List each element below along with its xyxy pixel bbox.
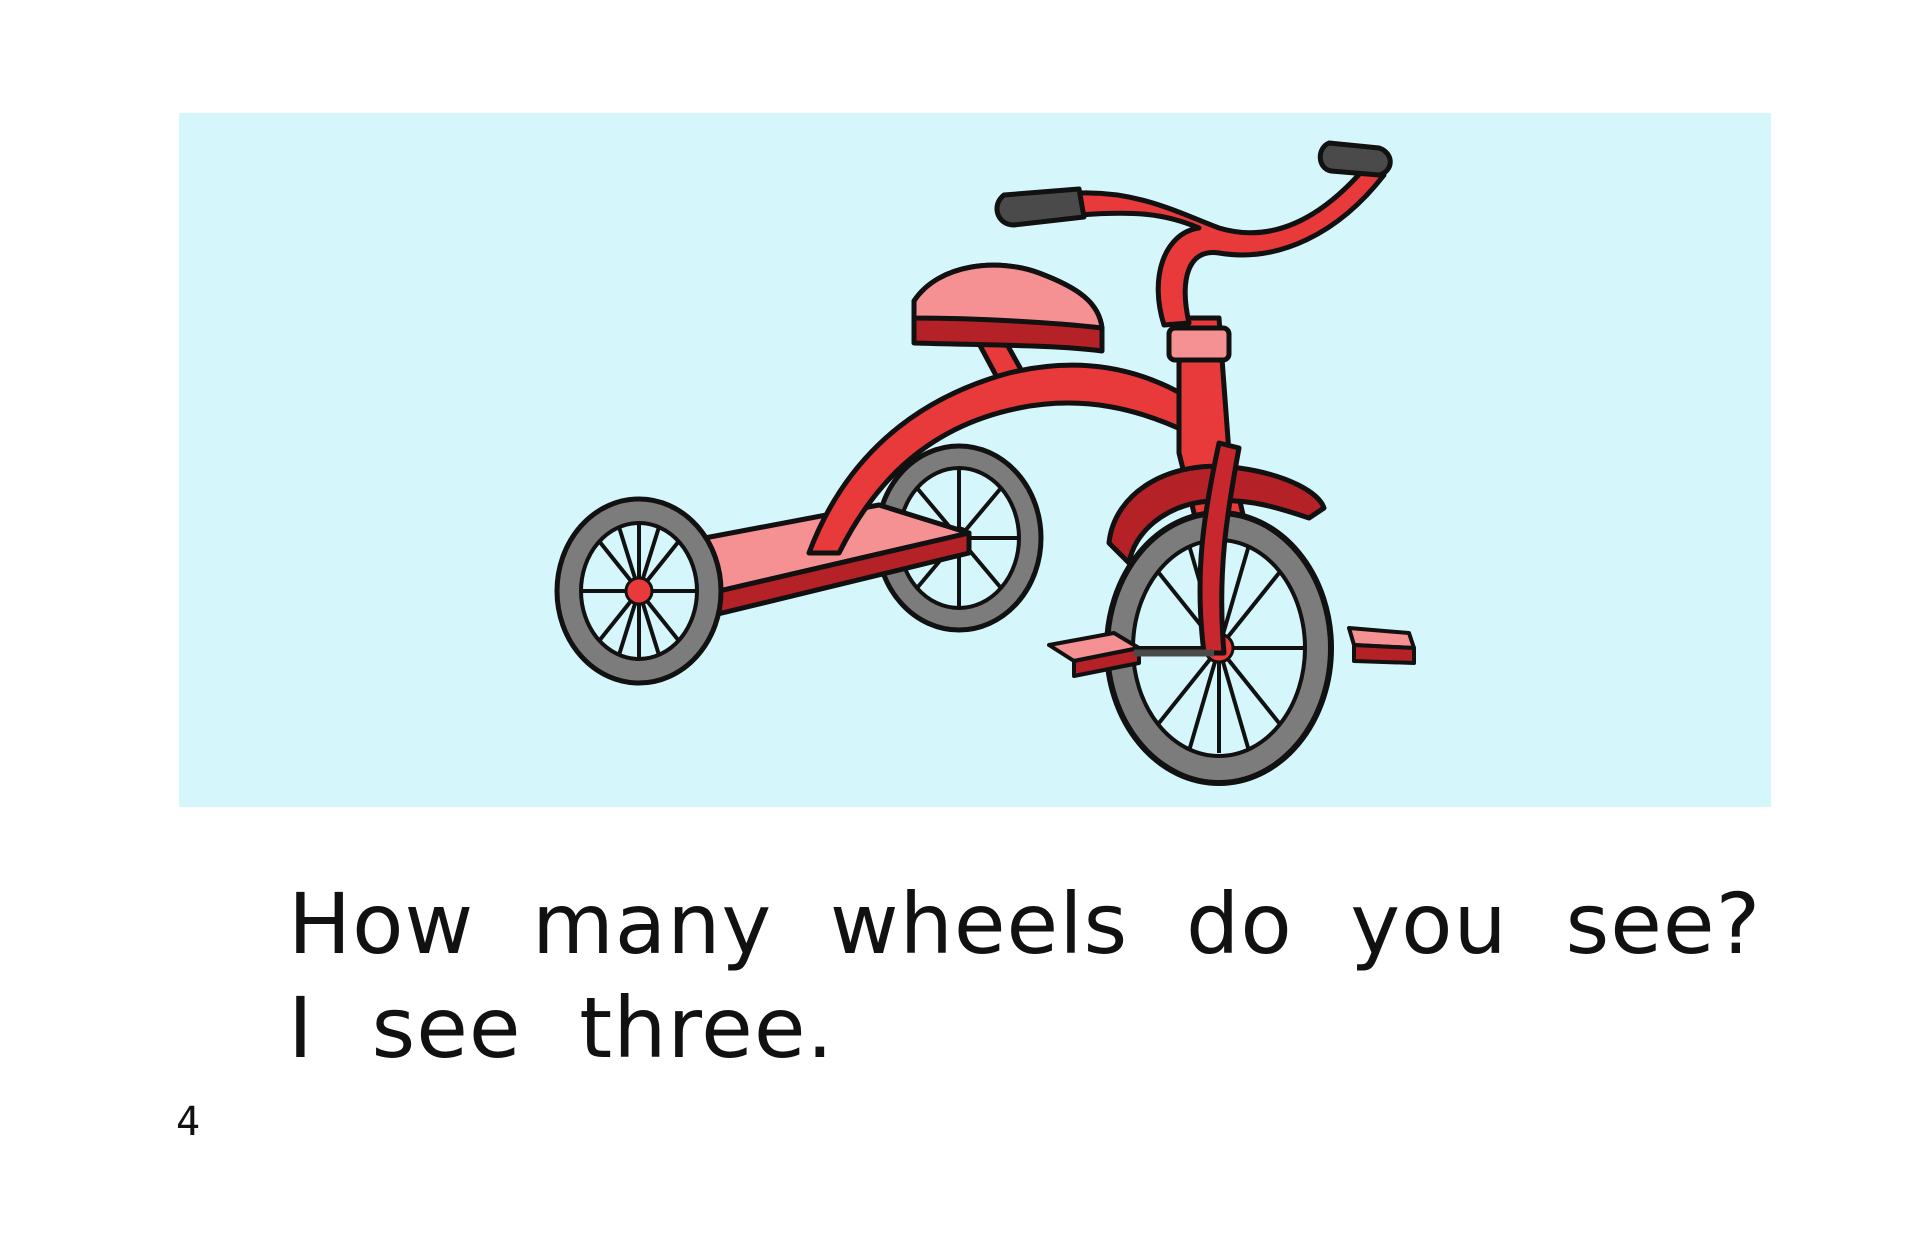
right-pedal [1347, 626, 1416, 665]
story-answer: I see three. [288, 979, 835, 1077]
left-grip [994, 186, 1087, 228]
head-collar [1166, 325, 1232, 363]
right-grip [1317, 140, 1393, 178]
tricycle-icon [179, 113, 1771, 807]
page-number: 4 [176, 1099, 201, 1145]
rear-left-wheel [554, 496, 724, 686]
story-text: How many wheels do you see? I see three. [288, 872, 1762, 1080]
tricycle-illustration [179, 113, 1771, 807]
story-question: How many wheels do you see? [288, 875, 1762, 973]
